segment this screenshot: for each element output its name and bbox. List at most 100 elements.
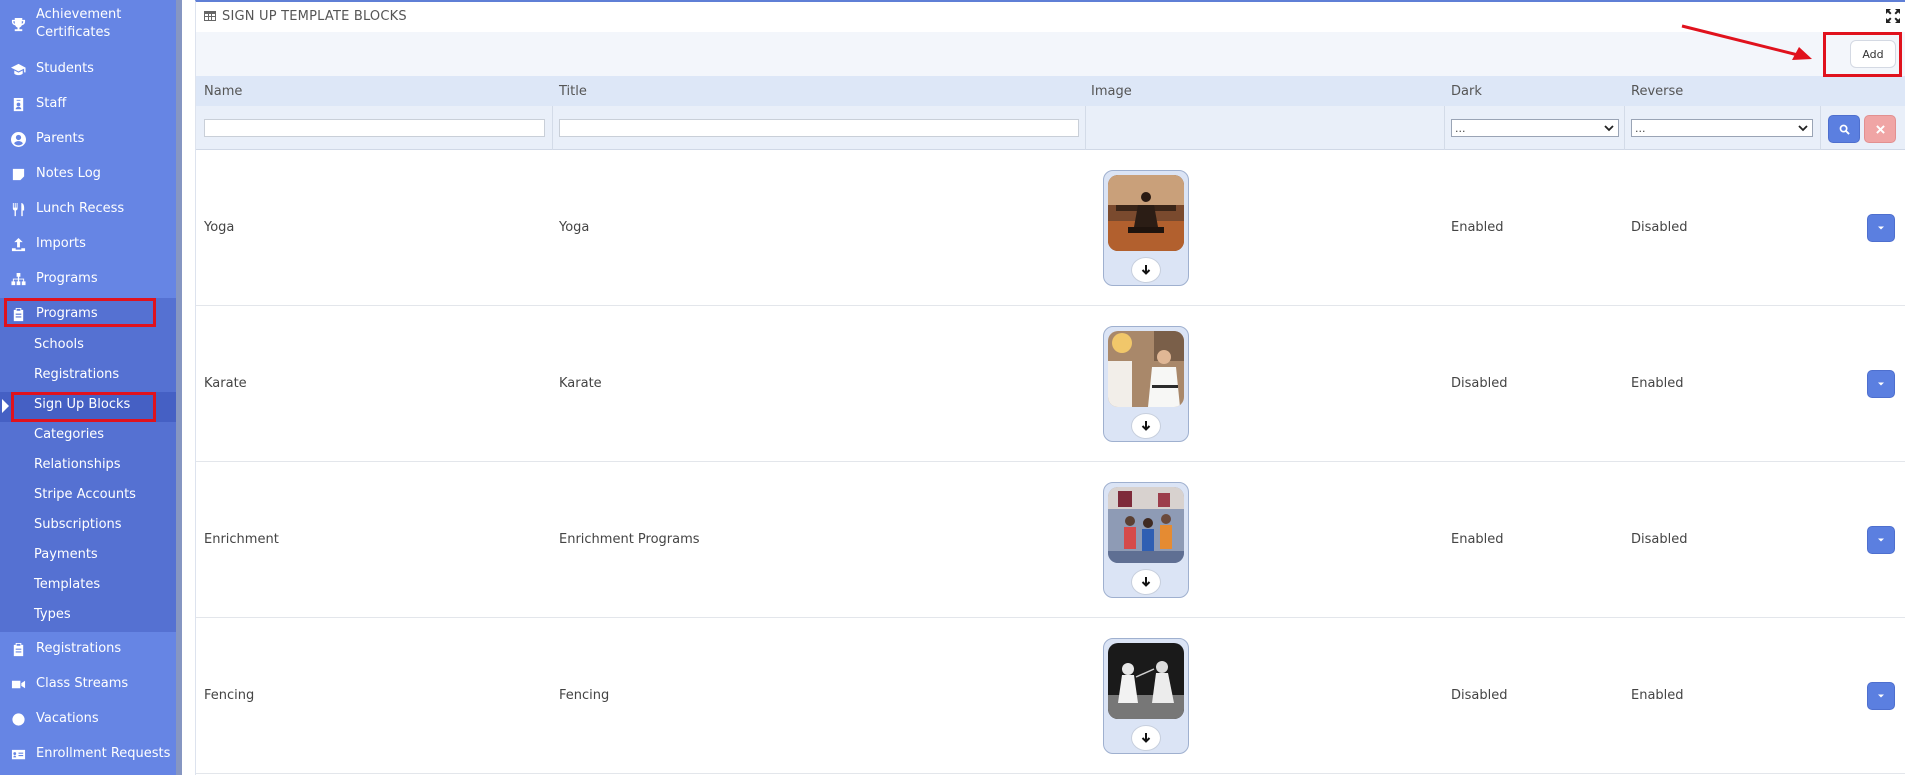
row-actions-dropdown[interactable]: [1867, 370, 1895, 398]
utensils-icon: [0, 202, 36, 217]
table-row[interactable]: Yoga Yoga Enabled Disabled: [196, 150, 1905, 306]
sidebar-subitem-categories[interactable]: Categories: [34, 427, 104, 442]
panel-title: SIGN UP TEMPLATE BLOCKS: [222, 8, 407, 24]
column-header-dark[interactable]: Dark: [1451, 84, 1482, 99]
image-card: [1103, 326, 1189, 442]
sidebar: Achievement Certificates Students Staff …: [0, 0, 182, 775]
sidebar-subitem-registrations[interactable]: Registrations: [34, 367, 119, 382]
sidebar-subitem-payments[interactable]: Payments: [34, 547, 98, 562]
clipboard-icon: [0, 307, 36, 322]
clear-filters-button[interactable]: [1864, 115, 1896, 143]
close-icon: [1875, 124, 1885, 134]
download-image-button[interactable]: [1131, 725, 1161, 751]
fencing-image[interactable]: [1108, 643, 1184, 719]
table-row[interactable]: Karate Karate Disabled Enabled: [196, 306, 1905, 462]
reverse-filter-select[interactable]: ...: [1631, 119, 1813, 137]
sidebar-subitem-types[interactable]: Types: [34, 607, 71, 622]
image-card: [1103, 638, 1189, 754]
user-circle-icon: [0, 131, 36, 147]
title-filter-input[interactable]: [559, 119, 1079, 137]
sidebar-subitem-subscriptions[interactable]: Subscriptions: [34, 517, 122, 532]
sidebar-item-imports[interactable]: Imports: [0, 235, 176, 253]
table-row[interactable]: Enrichment Enrichment Programs Enabled D…: [196, 462, 1905, 618]
sidebar-item-label: Class Streams: [36, 676, 129, 691]
image-card: [1103, 170, 1189, 286]
sidebar-item-label: Lunch Recess: [36, 201, 125, 216]
name-filter-input[interactable]: [204, 119, 545, 137]
enrichment-image[interactable]: [1108, 487, 1184, 563]
row-title: Yoga: [559, 220, 590, 235]
row-reverse: Enabled: [1631, 376, 1684, 391]
sidebar-item-students[interactable]: Students: [0, 60, 176, 78]
download-image-button[interactable]: [1131, 569, 1161, 595]
table-row[interactable]: Fencing Fencing Disabled Enabled: [196, 618, 1905, 774]
row-actions-dropdown[interactable]: [1867, 526, 1895, 554]
sidebar-item-label: Staff: [36, 96, 67, 111]
id-badge-icon: [0, 97, 36, 112]
sidebar-subitem-sign-up-blocks[interactable]: Sign Up Blocks: [34, 397, 130, 412]
note-icon: [0, 167, 36, 182]
sidebar-item-programs[interactable]: Programs: [0, 305, 176, 323]
download-image-button[interactable]: [1131, 413, 1161, 439]
highlight-box-add: [1823, 32, 1902, 77]
sidebar-item-vacations[interactable]: Vacations: [0, 710, 176, 728]
sidebar-item-registrations[interactable]: Registrations: [0, 640, 176, 658]
sidebar-item-lunch-recess[interactable]: Lunch Recess: [0, 200, 176, 218]
sidebar-subitem-templates[interactable]: Templates: [34, 577, 100, 592]
column-separator: [1085, 106, 1086, 150]
search-button[interactable]: [1828, 115, 1860, 143]
table-header-row: Name Title Image Dark Reverse: [196, 76, 1905, 106]
sidebar-item-programs-group[interactable]: Programs: [0, 270, 176, 288]
sidebar-item-notes-log[interactable]: Notes Log: [0, 165, 176, 183]
column-separator: [1820, 106, 1821, 150]
column-separator: [552, 106, 553, 150]
row-name: Karate: [204, 376, 247, 391]
annotation-arrow: [1681, 24, 1812, 60]
row-title: Enrichment Programs: [559, 532, 700, 547]
arrow-down-icon: [1141, 421, 1151, 431]
address-card-icon: [0, 747, 36, 762]
panel-header: SIGN UP TEMPLATE BLOCKS: [196, 2, 1905, 30]
row-reverse: Disabled: [1631, 532, 1688, 547]
row-actions-dropdown[interactable]: [1867, 214, 1895, 242]
circle-icon: [0, 712, 36, 727]
row-dark: Disabled: [1451, 376, 1508, 391]
dark-filter-select[interactable]: ...: [1451, 119, 1619, 137]
sidebar-subitem-relationships[interactable]: Relationships: [34, 457, 121, 472]
sidebar-subitem-stripe-accounts[interactable]: Stripe Accounts: [34, 487, 136, 502]
yoga-image[interactable]: [1108, 175, 1184, 251]
column-header-image[interactable]: Image: [1091, 84, 1132, 99]
sidebar-item-enrollment-requests[interactable]: Enrollment Requests: [0, 745, 176, 763]
column-separator: [1624, 106, 1625, 150]
download-image-button[interactable]: [1131, 257, 1161, 283]
caret-down-icon: [1878, 538, 1884, 542]
sidebar-item-staff[interactable]: Staff: [0, 95, 176, 113]
row-name: Enrichment: [204, 532, 279, 547]
sitemap-icon: [0, 272, 36, 287]
sidebar-subitem-schools[interactable]: Schools: [34, 337, 84, 352]
column-header-name[interactable]: Name: [204, 84, 242, 99]
chevron-down-icon: [1604, 125, 1614, 132]
row-dark: Enabled: [1451, 532, 1504, 547]
karate-image[interactable]: [1108, 331, 1184, 407]
sidebar-item-parents[interactable]: Parents: [0, 130, 176, 148]
sidebar-item-label: Notes Log: [36, 166, 101, 181]
row-dark: Enabled: [1451, 220, 1504, 235]
dark-filter-value: ...: [1455, 121, 1466, 135]
sidebar-item-class-streams[interactable]: Class Streams: [0, 675, 176, 693]
toolbar: Add: [196, 32, 1905, 76]
chevron-down-icon: [1798, 125, 1808, 132]
main-panel: SIGN UP TEMPLATE BLOCKS Add Name Title I…: [195, 0, 1905, 775]
row-title: Karate: [559, 376, 602, 391]
sidebar-item-achievement-certificates[interactable]: Achievement Certificates: [0, 7, 176, 41]
sidebar-item-label: Programs: [36, 306, 98, 321]
row-title: Fencing: [559, 688, 610, 703]
column-header-reverse[interactable]: Reverse: [1631, 84, 1683, 99]
row-actions-dropdown[interactable]: [1867, 682, 1895, 710]
column-header-title[interactable]: Title: [559, 84, 587, 99]
arrow-down-icon: [1141, 577, 1151, 587]
sidebar-item-label: Parents: [36, 131, 85, 146]
reverse-filter-value: ...: [1635, 121, 1646, 135]
table-icon: [204, 11, 216, 21]
expand-icon[interactable]: [1885, 8, 1901, 24]
